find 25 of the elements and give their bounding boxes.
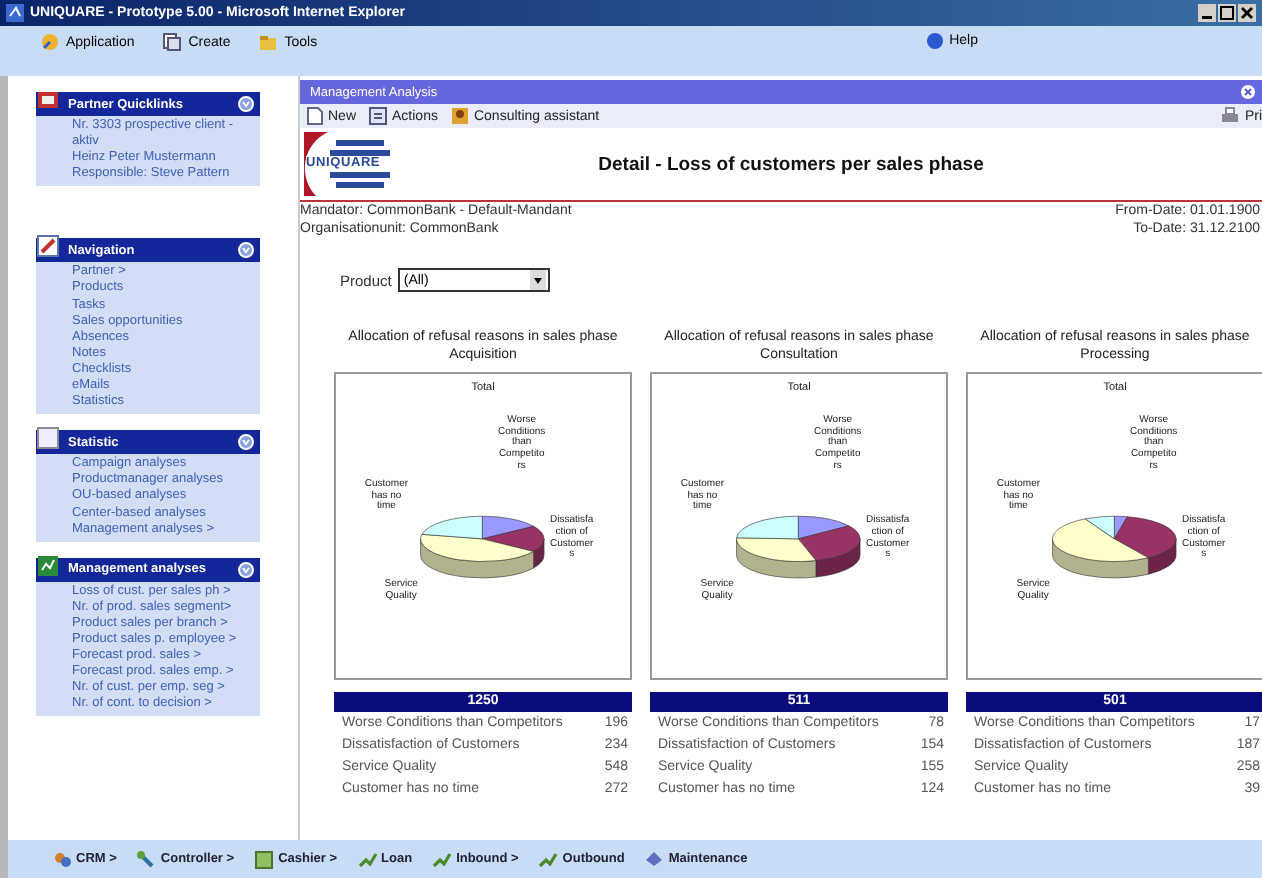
calculator-icon xyxy=(254,849,275,869)
documents-icon xyxy=(162,32,183,52)
flow-icon xyxy=(432,849,453,869)
chart-icon xyxy=(36,553,60,578)
help-icon xyxy=(925,32,944,50)
wrench-icon xyxy=(136,849,157,869)
person-icon xyxy=(449,106,470,126)
collapse-icon xyxy=(238,96,254,112)
collapse-icon xyxy=(238,434,254,451)
pencil-icon xyxy=(36,234,60,259)
printer-icon xyxy=(1220,106,1241,126)
flow-icon xyxy=(357,849,378,869)
diamond-icon xyxy=(644,849,665,869)
window-icon xyxy=(36,426,60,451)
report-title: Detail - Loss of customers per sales phase xyxy=(596,153,986,175)
minimize-icon xyxy=(1198,4,1216,22)
card-icon xyxy=(36,88,60,112)
collapse-icon xyxy=(238,242,254,259)
close-icon xyxy=(1238,4,1256,22)
folder-icon xyxy=(258,32,279,52)
flow-icon xyxy=(538,849,559,869)
collapse-icon xyxy=(238,561,254,578)
close-icon xyxy=(1240,84,1256,100)
people-icon xyxy=(52,849,72,869)
maximize-icon xyxy=(1218,4,1236,22)
